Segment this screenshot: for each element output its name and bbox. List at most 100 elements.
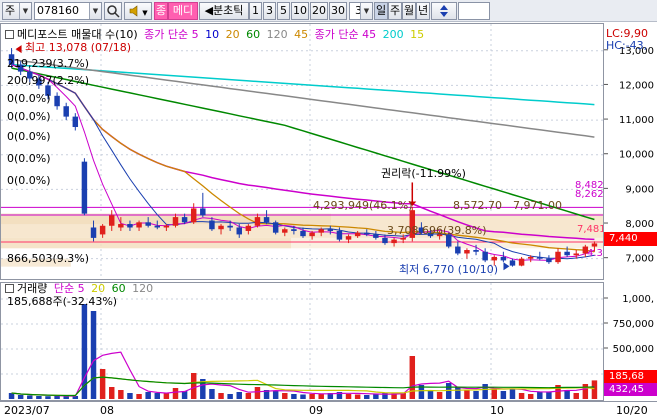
month-label: 월 xyxy=(403,4,415,17)
legend-item-ma15: 15 xyxy=(410,28,425,41)
profile-label: 0(0.0%) xyxy=(7,92,51,105)
volume-chart-pane[interactable]: 거래량 단순 5 20 60 120 185,688주(-32.43%) xyxy=(0,282,604,401)
period-10[interactable]: 10 xyxy=(291,2,309,20)
search-icon xyxy=(107,5,120,18)
high-label: 최고 13,078 (07/18) xyxy=(25,41,132,54)
legend-item-ma5: 종가 단순 5 xyxy=(144,28,199,41)
red-line-label: 7,481 xyxy=(577,224,604,235)
period-5[interactable]: 5 xyxy=(277,2,290,20)
candle-body xyxy=(154,225,161,228)
legend-toggle-icon[interactable] xyxy=(5,284,14,293)
candle-body xyxy=(127,224,133,228)
volume-bar xyxy=(118,390,124,399)
volume-bar xyxy=(373,394,379,399)
period-1-label: 1 xyxy=(252,4,259,17)
sound-button[interactable]: ▼ xyxy=(124,2,152,20)
day-label: 일 xyxy=(375,4,387,17)
candle-body xyxy=(200,208,206,216)
volume-bar xyxy=(364,395,370,399)
period-20[interactable]: 20 xyxy=(310,2,328,20)
candle-body xyxy=(373,234,379,238)
legend-item-ma45: 45 xyxy=(294,28,309,41)
legend-item-ma120: 120 xyxy=(266,28,288,41)
dropdown-arrow-icon: ▼ xyxy=(19,3,31,19)
candle-body xyxy=(482,251,488,261)
volume-legend: 거래량 단순 5 20 60 120 xyxy=(5,282,153,295)
date-label-sep: 09 xyxy=(309,404,323,417)
legend-ma20: 20 xyxy=(91,282,106,295)
legend-item-volume-profile: 메디포스트 매물대 수(10) xyxy=(17,28,138,41)
candle-body xyxy=(118,224,124,228)
volume-bar xyxy=(300,394,306,399)
legend-item-ma20: 20 xyxy=(225,28,240,41)
period-1[interactable]: 1 xyxy=(249,2,262,20)
volume-bar xyxy=(291,394,297,399)
pink-line-label-2: 8,262 xyxy=(575,189,604,200)
medi-button[interactable]: 메디 xyxy=(168,2,198,20)
price-chart-pane[interactable]: 메디포스트 매물대 수(10) 종가 단순 5 10 20 60 120 45 … xyxy=(0,23,604,280)
profile-label-bottom: 866,503(9.3%) xyxy=(7,252,90,265)
price-tick-label: 8,000 xyxy=(625,219,654,230)
period-30[interactable]: 30 xyxy=(329,2,347,20)
date-label-aug: 08 xyxy=(100,404,114,417)
candle-body xyxy=(527,256,534,259)
price-chart-canvas xyxy=(1,24,603,279)
year-button[interactable]: 년 xyxy=(416,2,430,20)
volume-bar xyxy=(455,387,461,399)
code-input[interactable]: 078160 ▼ xyxy=(34,2,102,20)
updown-button[interactable] xyxy=(431,2,457,20)
volume-bar xyxy=(491,389,497,399)
search-button[interactable] xyxy=(104,2,122,20)
legend-toggle-icon[interactable] xyxy=(5,30,14,39)
period-3-label: 3 xyxy=(266,4,273,17)
volume-bar xyxy=(473,391,479,399)
volume-bar xyxy=(172,388,179,399)
candle-body xyxy=(227,225,233,228)
candle-body xyxy=(254,217,261,226)
week-label: 주 xyxy=(389,4,401,17)
up-down-arrows-icon xyxy=(440,5,448,17)
candle-body xyxy=(500,256,507,261)
ma45-line xyxy=(11,63,595,241)
candle-body xyxy=(291,229,297,231)
legend-item-ma200: 200 xyxy=(382,28,404,41)
candle-body xyxy=(90,227,97,238)
period-3[interactable]: 3 xyxy=(263,2,276,20)
candle-body xyxy=(518,258,525,266)
period-prefix: ◀분초틱 xyxy=(204,4,244,17)
candle-body xyxy=(282,229,288,233)
volume-bar xyxy=(254,387,261,399)
jong-button[interactable]: 종 xyxy=(154,2,168,20)
profile-label: 200,997(2.2%) xyxy=(7,74,90,87)
month-button[interactable]: 월 xyxy=(402,2,416,20)
market-select[interactable]: 주 ▼ xyxy=(2,2,32,20)
volume-bar xyxy=(282,393,288,399)
period-type-button[interactable]: ◀분초틱 xyxy=(199,2,249,20)
volume-bar xyxy=(127,393,133,399)
extra-input[interactable] xyxy=(458,2,490,20)
volume-bar xyxy=(482,384,488,399)
dropdown-arrow-icon: ▼ xyxy=(89,3,101,19)
candle-body xyxy=(473,250,479,252)
rights-label: 권리락(-11.99%) xyxy=(381,167,466,180)
legend-item-ma60: 60 xyxy=(246,28,261,41)
chart-window: { "toolbar": { "market_label": "주", "cod… xyxy=(0,0,657,420)
volume-box-1: 185,68 xyxy=(604,370,657,383)
volume-bar xyxy=(354,394,361,399)
hc-label: HC:-43, xyxy=(606,39,648,52)
legend-ma5: 5 xyxy=(77,282,85,295)
profile-label: 0(0.0%) xyxy=(7,130,51,143)
candle-body xyxy=(318,229,324,233)
period-select[interactable]: 3 ▼ xyxy=(349,2,373,20)
profile-label: 0(0.0%) xyxy=(7,110,51,123)
volume-bar xyxy=(136,394,142,399)
day-button[interactable]: 일 xyxy=(374,2,388,20)
year-label: 년 xyxy=(417,4,429,17)
candle-body xyxy=(336,230,343,240)
candle-body xyxy=(391,239,397,244)
code-value: 078160 xyxy=(37,4,79,17)
week-button[interactable]: 주 xyxy=(388,2,402,20)
candle-body xyxy=(354,232,361,237)
volume-bar xyxy=(309,394,315,399)
candle-body xyxy=(218,225,224,230)
